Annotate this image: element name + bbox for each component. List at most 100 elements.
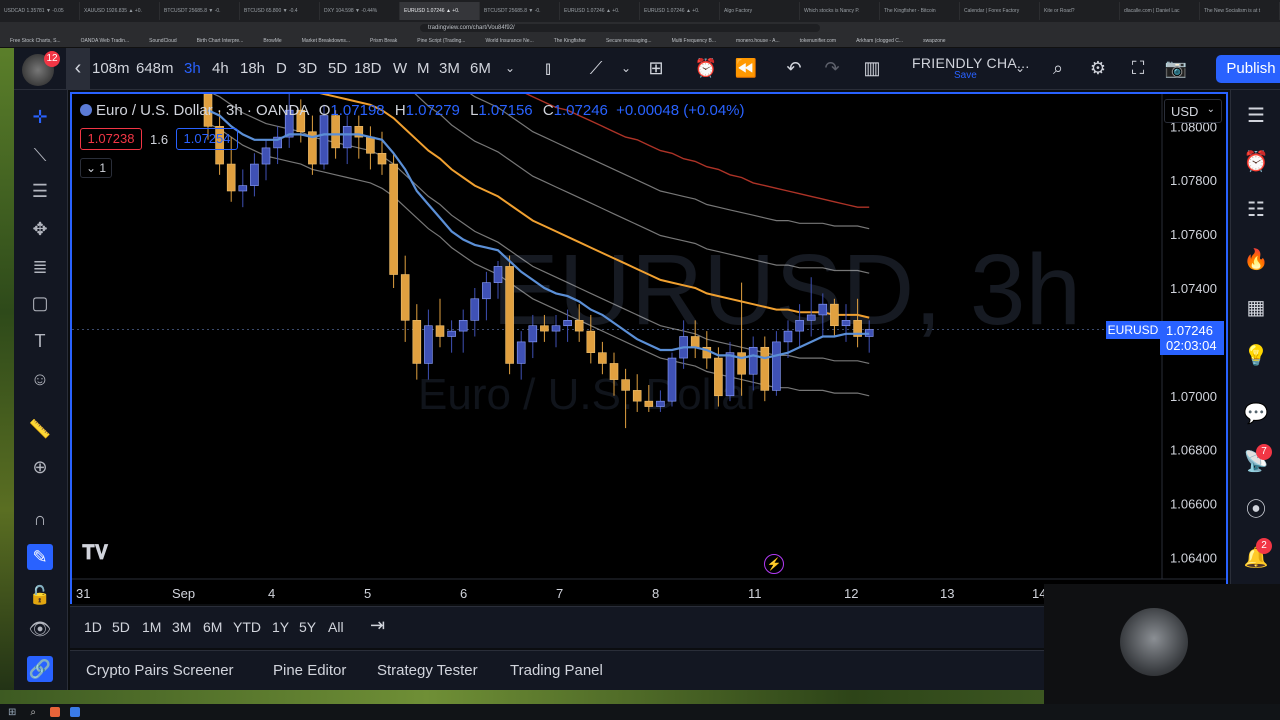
bookmark-link[interactable]: The Kingfisher xyxy=(544,38,596,44)
browser-tab[interactable]: EURUSD 1.07246 ▲ +0. xyxy=(560,2,640,20)
bookmark-link[interactable]: Market Breakdowns... xyxy=(292,38,360,44)
indicators-toggle[interactable]: ⌄ 1 xyxy=(80,158,112,178)
browser-tab[interactable]: XAUUSD 1926.835 ▲ +0. xyxy=(80,2,160,20)
trend-line-icon[interactable]: ⟍ xyxy=(27,142,53,168)
bottom-tab-3[interactable]: Trading Panel xyxy=(510,662,603,679)
bottom-tab-2[interactable]: Strategy Tester xyxy=(377,662,478,679)
bookmark-link[interactable]: tokenunifier.com xyxy=(790,38,846,44)
interval-3D[interactable]: 3D xyxy=(298,60,317,77)
bookmark-link[interactable]: OANDA Web Tradin... xyxy=(71,38,140,44)
range-5d[interactable]: 5D xyxy=(112,619,130,635)
range-6m[interactable]: 6M xyxy=(203,619,222,635)
windows-start-icon[interactable]: ⊞ xyxy=(8,707,16,718)
data-window-icon[interactable]: ☷ xyxy=(1242,196,1270,224)
browser-tab[interactable]: EURUSD 1.07246 ▲ +0. xyxy=(640,2,720,20)
broadcast-icon[interactable]: ⦿ xyxy=(1242,496,1270,524)
browser-tab[interactable]: The Kingfisher - Bitcoin xyxy=(880,2,960,20)
range-1m[interactable]: 1M xyxy=(142,619,161,635)
replay-icon[interactable]: ⏪ xyxy=(734,56,758,80)
calendar-icon[interactable]: ▦ xyxy=(1242,294,1270,322)
ruler-icon[interactable]: 📏 xyxy=(27,416,53,442)
bookmark-link[interactable]: SoundCloud xyxy=(139,38,187,44)
undo-icon[interactable]: ↶ xyxy=(782,56,806,80)
interval-648m[interactable]: 648m xyxy=(136,60,174,77)
bookmark-link[interactable]: World Insurance Ne... xyxy=(475,38,543,44)
bookmark-link[interactable]: Free Stock Charts, S... xyxy=(0,38,71,44)
interval-4h[interactable]: 4h xyxy=(212,60,229,77)
browser-tab[interactable]: DXY 104.598 ▼ -0.44% xyxy=(320,2,400,20)
quick-search-icon[interactable]: ⌕ xyxy=(1046,56,1070,80)
interval-18D[interactable]: 18D xyxy=(354,60,382,77)
bookmark-link[interactable]: Prism Break xyxy=(360,38,407,44)
ideas-bulb-icon[interactable]: 💡 xyxy=(1242,342,1270,370)
interval-3M[interactable]: 3M xyxy=(439,60,460,77)
link-icon[interactable]: 🔗 xyxy=(27,656,53,682)
bookmark-link[interactable]: swapzone xyxy=(913,38,956,44)
goto-date-icon[interactable]: ⇥ xyxy=(370,615,385,636)
hotlists-fire-icon[interactable]: 🔥 xyxy=(1242,246,1270,274)
emoji-icon[interactable]: ☺ xyxy=(27,366,53,392)
range-all[interactable]: All xyxy=(328,619,344,635)
browser-tab[interactable]: BTCUSD 65.800 ▼ -0.4 xyxy=(240,2,320,20)
browser-tab[interactable]: USDCAD 1.35781 ▼ -0.05 xyxy=(0,2,80,20)
chevron-down-icon[interactable]: ⌄ xyxy=(498,56,522,80)
browser-tab[interactable]: EURUSD 1.07246 ▲ +0. xyxy=(400,2,480,20)
fullscreen-icon[interactable]: ⛶ xyxy=(1126,56,1150,80)
lock-icon[interactable]: 🔓 xyxy=(27,582,53,608)
bookmark-link[interactable]: Multi Frequency B... xyxy=(662,38,726,44)
browser-tab[interactable]: The New Socialism is at t xyxy=(1200,2,1280,20)
watchlist-icon[interactable]: ☰ xyxy=(1242,102,1270,130)
bottom-tab-0[interactable]: Crypto Pairs Screener xyxy=(86,662,234,679)
range-1y[interactable]: 1Y xyxy=(272,619,289,635)
eye-icon[interactable]: 👁 xyxy=(27,616,53,642)
sell-button[interactable]: 1.07238 xyxy=(80,128,142,150)
bookmark-link[interactable]: Secure messaging... xyxy=(596,38,662,44)
interval-6M[interactable]: 6M xyxy=(470,60,491,77)
interval-5D[interactable]: 5D xyxy=(328,60,347,77)
horizontal-lines-icon[interactable]: ☰ xyxy=(27,178,53,204)
interval-18h[interactable]: 18h xyxy=(240,60,265,77)
interval-D[interactable]: D xyxy=(276,60,287,77)
stay-in-drawing-icon[interactable]: ✎ xyxy=(27,544,53,570)
alert-icon[interactable]: ⏰ xyxy=(694,56,718,80)
buy-button[interactable]: 1.07254 xyxy=(176,128,238,150)
range-1d[interactable]: 1D xyxy=(84,619,102,635)
candles-icon[interactable]: ⫾ xyxy=(536,56,560,80)
browser-tab[interactable]: Kite or Road? xyxy=(1040,2,1120,20)
tradingview-logo-icon[interactable]: 𝐓𝐕 xyxy=(82,542,108,565)
address-bar[interactable]: tradingview.com/chart/Vou84f92/ xyxy=(0,22,1280,34)
chevron-down-icon[interactable]: ⌄ xyxy=(1008,56,1032,80)
magnet-icon[interactable]: ∩ xyxy=(27,506,53,532)
interval-M[interactable]: M xyxy=(417,60,430,77)
camera-icon[interactable]: 📷 xyxy=(1164,56,1188,80)
range-3m[interactable]: 3M xyxy=(172,619,191,635)
fib-icon[interactable]: ≣ xyxy=(27,254,53,280)
indicators-icon[interactable]: ⟋ xyxy=(584,56,608,80)
browser-tab[interactable]: Calendar | Forex Factory xyxy=(960,2,1040,20)
bottom-tab-1[interactable]: Pine Editor xyxy=(273,662,346,679)
interval-W[interactable]: W xyxy=(393,60,407,77)
interval-3h[interactable]: 3h xyxy=(184,60,201,77)
bookmark-link[interactable]: Pine Script (Trading... xyxy=(407,38,475,44)
chevron-left-icon[interactable]: ‹ xyxy=(66,48,90,90)
alerts-clock-icon[interactable]: ⏰ xyxy=(1242,148,1270,176)
chevron-down-icon[interactable]: ⌄ xyxy=(614,56,638,80)
bookmark-link[interactable]: monero.house - A... xyxy=(726,38,790,44)
taskbar-browser-icon[interactable] xyxy=(50,707,60,717)
range-ytd[interactable]: YTD xyxy=(233,619,261,635)
lightning-icon[interactable]: ⚡ xyxy=(764,554,784,574)
chat-icon[interactable]: 💬 xyxy=(1242,400,1270,428)
bookmark-link[interactable]: BrowMe xyxy=(253,38,291,44)
save-label[interactable]: Save xyxy=(954,70,977,81)
bookmark-link[interactable]: Arkham (clogged C... xyxy=(846,38,913,44)
text-icon[interactable]: T xyxy=(27,328,53,354)
taskbar-app-icon[interactable] xyxy=(70,707,80,717)
bookmark-link[interactable]: Birth Chart Interpre... xyxy=(187,38,254,44)
settings-gear-icon[interactable]: ⚙ xyxy=(1086,56,1110,80)
browser-tab[interactable]: BTCUSDT 25685.8 ▼ -0. xyxy=(480,2,560,20)
browser-tab[interactable]: dlacalle.com | Daniel Lac xyxy=(1120,2,1200,20)
browser-tab[interactable]: BTCUSDT 25685.8 ▼ -0. xyxy=(160,2,240,20)
interval-108m[interactable]: 108m xyxy=(92,60,130,77)
layout-grid-icon[interactable]: ▥ xyxy=(860,56,884,80)
rectangle-icon[interactable]: ▢ xyxy=(27,290,53,316)
